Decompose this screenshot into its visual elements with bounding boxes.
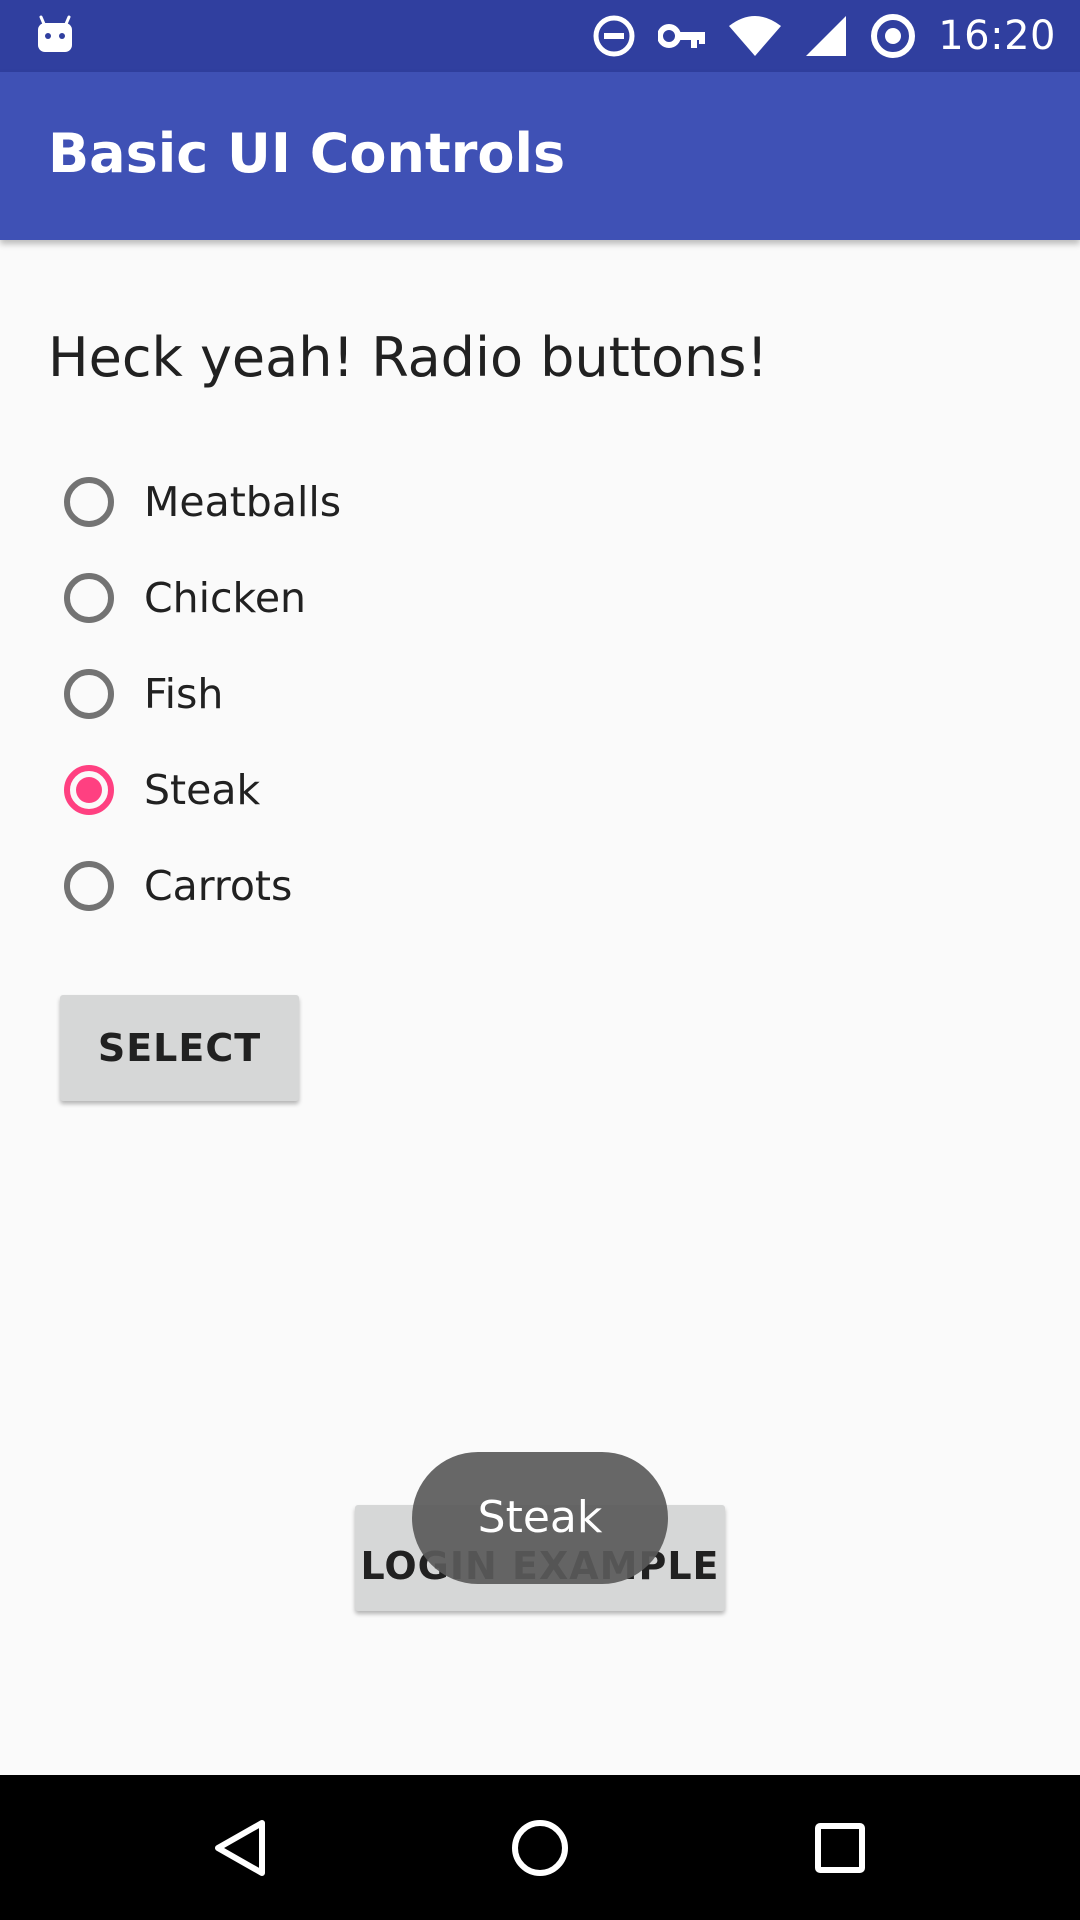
radio-label: Meatballs — [144, 478, 342, 526]
radio-option-steak[interactable]: Steak — [64, 742, 664, 838]
vpn-key-icon — [658, 24, 706, 48]
radio-unchecked-icon[interactable] — [64, 669, 114, 719]
android-notification-icon — [38, 15, 72, 52]
radio-group: Meatballs Chicken Fish Steak Carrots — [64, 454, 664, 934]
radio-option-chicken[interactable]: Chicken — [64, 550, 664, 646]
radio-checked-icon[interactable] — [64, 765, 114, 815]
back-icon — [215, 1819, 265, 1876]
radio-label: Carrots — [144, 862, 293, 910]
back-button[interactable] — [160, 1775, 320, 1920]
radio-label: Chicken — [144, 574, 307, 622]
radio-unchecked-icon[interactable] — [64, 477, 114, 527]
home-icon — [512, 1819, 568, 1876]
sync-icon — [871, 14, 916, 58]
select-button[interactable]: SELECT — [60, 995, 299, 1101]
radio-unchecked-icon[interactable] — [64, 573, 114, 623]
radio-option-carrots[interactable]: Carrots — [64, 838, 664, 934]
app-bar: Basic UI Controls — [0, 72, 1080, 240]
cell-signal-icon — [806, 16, 847, 56]
do-not-disturb-icon — [593, 15, 635, 57]
radio-unchecked-icon[interactable] — [64, 861, 114, 911]
radio-heading: Heck yeah! Radio buttons! — [48, 326, 769, 389]
status-bar: 16:20 — [0, 0, 1080, 72]
radio-option-meatballs[interactable]: Meatballs — [64, 454, 664, 550]
radio-label: Steak — [144, 766, 261, 814]
app-title: Basic UI Controls — [48, 122, 566, 185]
status-clock: 16:20 — [938, 13, 1056, 59]
recents-button[interactable] — [760, 1775, 920, 1920]
home-button[interactable] — [460, 1775, 620, 1920]
status-icons: 16:20 — [592, 0, 1056, 72]
recents-icon — [815, 1822, 865, 1873]
toast-message: Steak — [412, 1452, 668, 1584]
screen: 16:20 Basic UI Controls Heck yeah! Radio… — [0, 0, 1080, 1920]
navigation-bar — [0, 1775, 1080, 1920]
wifi-icon — [729, 16, 782, 56]
radio-option-fish[interactable]: Fish — [64, 646, 664, 742]
radio-label: Fish — [144, 670, 224, 718]
